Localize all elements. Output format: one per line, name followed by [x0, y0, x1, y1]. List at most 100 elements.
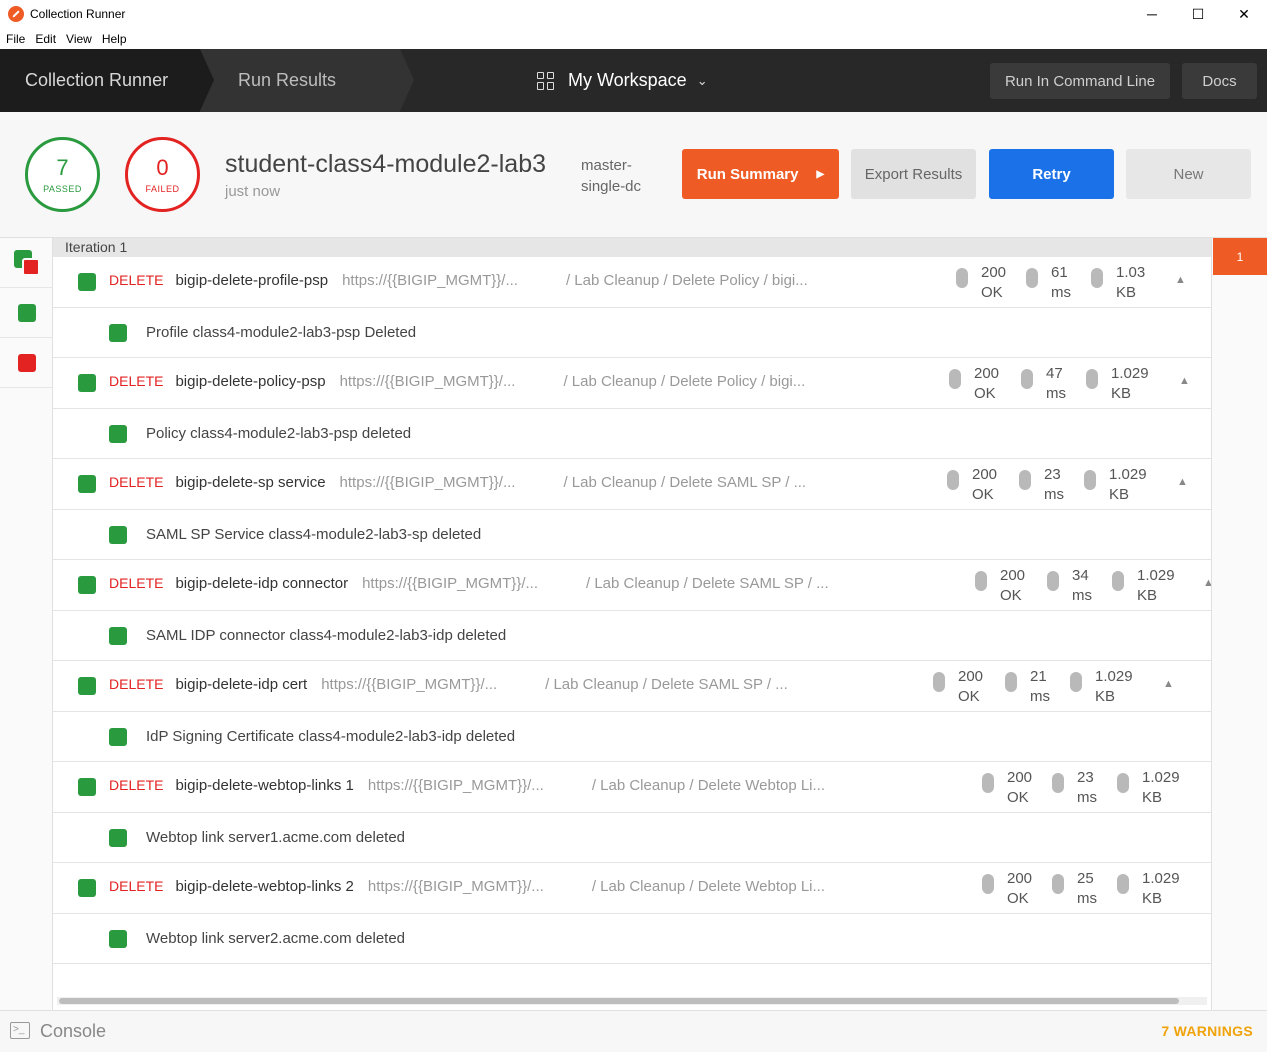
- test-pass-icon: [109, 929, 127, 948]
- request-method: DELETE: [109, 777, 164, 793]
- breadcrumb-run-results[interactable]: Run Results: [200, 49, 414, 112]
- status-code: 200: [974, 365, 1000, 382]
- export-results-button[interactable]: Export Results: [851, 149, 976, 199]
- test-pass-icon: [109, 828, 127, 847]
- request-path: / Lab Cleanup / Delete Policy / bigi...: [563, 373, 806, 390]
- status-text: OK: [958, 688, 980, 705]
- request-row[interactable]: DELETE bigip-delete-webtop-links 2 https:/…: [53, 863, 1211, 914]
- size-unit: KB: [1137, 587, 1158, 604]
- request-line: DELETE bigip-delete-idp connector https://…: [53, 575, 829, 592]
- horizontal-scrollbar[interactable]: [57, 997, 1207, 1005]
- request-method: DELETE: [109, 676, 164, 692]
- new-button[interactable]: New: [1126, 149, 1251, 199]
- size-pill-icon: [1084, 470, 1096, 490]
- status-text: OK: [972, 486, 994, 503]
- time-metric: 21 ms: [1005, 667, 1050, 707]
- collapse-caret-icon[interactable]: ▲: [1179, 375, 1190, 387]
- request-row[interactable]: DELETE bigip-delete-sp service https://{{B…: [53, 459, 1211, 510]
- collapse-caret-icon[interactable]: ▲: [1177, 476, 1188, 488]
- status-code: 200: [958, 668, 984, 685]
- test-name: SAML SP Service class4-module2-lab3-sp d…: [146, 525, 482, 543]
- request-path: / Lab Cleanup / Delete SAML SP / ...: [563, 474, 807, 491]
- test-pass-icon: [109, 525, 127, 544]
- time-unit: ms: [1072, 587, 1092, 604]
- iteration-badge[interactable]: 1: [1213, 238, 1267, 275]
- console-icon[interactable]: >_: [10, 1022, 30, 1039]
- request-row[interactable]: DELETE bigip-delete-idp connector https://…: [53, 560, 1211, 611]
- request-method: DELETE: [109, 373, 164, 389]
- size-unit: KB: [1142, 890, 1163, 907]
- close-button[interactable]: ✕: [1221, 0, 1267, 28]
- time-metric: 47 ms: [1021, 364, 1066, 404]
- status-text: OK: [1007, 890, 1029, 907]
- collapse-caret-icon[interactable]: ▲: [1175, 274, 1186, 286]
- run-in-command-line-button[interactable]: Run In Command Line: [990, 63, 1170, 99]
- run-summary-label: Run Summary: [696, 165, 799, 183]
- request-row[interactable]: DELETE bigip-delete-webtop-links 1 https:/…: [53, 762, 1211, 813]
- size-pill-icon: [1091, 268, 1103, 288]
- run-summary-button[interactable]: Run Summary ▶: [682, 149, 839, 199]
- collapse-caret-icon[interactable]: ▲: [1203, 577, 1211, 589]
- request-path: / Lab Cleanup / Delete Webtop Li...: [591, 777, 826, 794]
- warnings-count[interactable]: 7 WARNINGS: [1161, 1023, 1253, 1039]
- console-button[interactable]: Console: [40, 1021, 106, 1042]
- test-row: SAML SP Service class4-module2-lab3-sp d…: [53, 510, 1211, 560]
- status-pill-icon: [949, 369, 961, 389]
- filter-all[interactable]: [0, 238, 53, 288]
- time-unit: ms: [1051, 284, 1071, 301]
- retry-button[interactable]: Retry: [989, 149, 1114, 199]
- size-value: 1.029: [1142, 769, 1180, 786]
- status-metric: 200 OK: [949, 364, 999, 404]
- collapse-caret-icon[interactable]: ▲: [1163, 678, 1174, 690]
- request-url: https://{{BIGIP_MGMT}}/...: [339, 373, 516, 390]
- request-row[interactable]: DELETE bigip-delete-idp cert https://{{BIG…: [53, 661, 1211, 712]
- status-code: 200: [1007, 769, 1033, 786]
- workspace-name: My Workspace: [568, 70, 687, 90]
- request-row[interactable]: DELETE bigip-delete-policy-psp https://{{B…: [53, 358, 1211, 409]
- docs-button[interactable]: Docs: [1182, 63, 1257, 99]
- status-metric: 200 OK: [982, 869, 1032, 909]
- status-text: OK: [981, 284, 1003, 301]
- menu-edit[interactable]: Edit: [35, 32, 56, 46]
- run-summary-panel: 7 PASSED 0 FAILED student-class4-module2…: [0, 112, 1267, 238]
- time-value: 21: [1030, 668, 1047, 685]
- test-name: SAML IDP connector class4-module2-lab3-i…: [146, 626, 507, 644]
- size-metric: 1.029 KB: [1112, 566, 1175, 606]
- menu-view[interactable]: View: [66, 32, 92, 46]
- minimize-button[interactable]: ─: [1129, 0, 1175, 28]
- filter-failed[interactable]: [0, 338, 53, 388]
- request-url: https://{{BIGIP_MGMT}}/...: [362, 575, 538, 592]
- run-name: student-class4-module2-lab3: [225, 150, 547, 178]
- chevron-down-icon: ⌄: [696, 72, 708, 88]
- workspace-grid-icon: [537, 71, 555, 90]
- menu-file[interactable]: File: [6, 32, 25, 46]
- time-unit: ms: [1030, 688, 1050, 705]
- run-time: just now: [225, 183, 281, 200]
- request-line: DELETE bigip-delete-sp service https://{{B…: [53, 474, 806, 491]
- time-value: 47: [1046, 365, 1063, 382]
- passed-counter[interactable]: 7 PASSED: [25, 137, 100, 212]
- menu-help[interactable]: Help: [102, 32, 127, 46]
- failed-counter[interactable]: 0 FAILED: [125, 137, 200, 212]
- test-row: SAML IDP connector class4-module2-lab3-i…: [53, 611, 1211, 661]
- request-row[interactable]: DELETE bigip-delete-profile-psp https://{{…: [53, 257, 1211, 308]
- size-pill-icon: [1086, 369, 1098, 389]
- results-list[interactable]: Iteration 1 DELETE bigip-delete-profile-p…: [53, 238, 1211, 1010]
- time-pill-icon: [1047, 571, 1059, 591]
- time-unit: ms: [1044, 486, 1064, 503]
- scrollbar-thumb[interactable]: [59, 998, 1179, 1004]
- maximize-button[interactable]: ☐: [1175, 0, 1221, 28]
- filter-passed[interactable]: [0, 288, 53, 338]
- test-row: Policy class4-module2-lab3-psp deleted: [53, 409, 1211, 459]
- time-unit: ms: [1046, 385, 1066, 402]
- size-metric: 1.03 KB: [1091, 263, 1145, 303]
- request-url: https://{{BIGIP_MGMT}}/...: [321, 676, 498, 693]
- time-metric: 61 ms: [1026, 263, 1071, 303]
- status-pill-icon: [975, 571, 987, 591]
- breadcrumb-collection-runner[interactable]: Collection Runner: [0, 49, 224, 112]
- time-unit: ms: [1077, 890, 1097, 907]
- status-metric: 200 OK: [933, 667, 983, 707]
- workspace-selector[interactable]: My Workspace ⌄: [537, 49, 708, 112]
- passed-filter-icon: [17, 303, 36, 322]
- request-url: https://{{BIGIP_MGMT}}/...: [339, 474, 516, 491]
